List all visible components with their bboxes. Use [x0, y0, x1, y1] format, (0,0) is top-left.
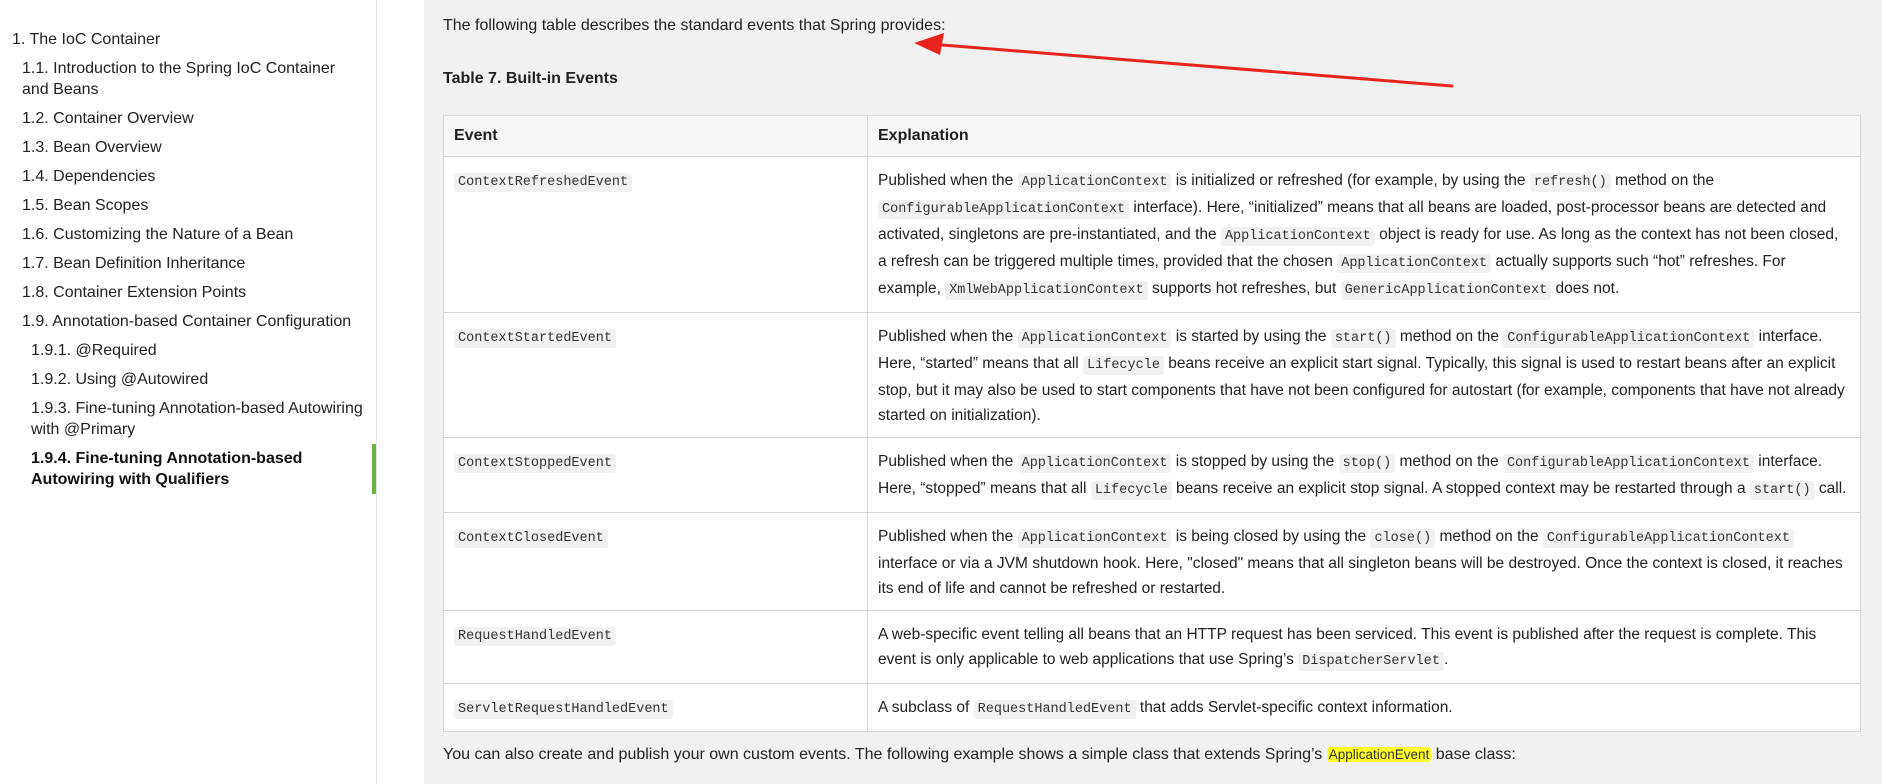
explanation-text: does not. — [1551, 280, 1620, 297]
table-title: Table 7. Built-in Events — [443, 70, 618, 87]
toc-item-bean-definition-inheritance[interactable]: 1.7. Bean Definition Inheritance — [0, 253, 376, 274]
explanation-text: method on the — [1395, 328, 1504, 345]
code-snippet: ConfigurableApplicationContext — [1502, 454, 1754, 473]
code-snippet: Lifecycle — [1090, 481, 1172, 500]
explanation-text: that adds Servlet-specific context infor… — [1135, 699, 1453, 716]
code-snippet: XmlWebApplicationContext — [945, 281, 1148, 300]
explanation-text: Published when the — [878, 328, 1018, 345]
explanation-text: Published when the — [878, 528, 1018, 545]
toc-item-container-extension-points[interactable]: 1.8. Container Extension Points — [0, 282, 376, 303]
table-row: ContextRefreshedEvent Published when the… — [443, 156, 1861, 313]
explanation-text: Published when the — [878, 172, 1018, 189]
outro-text: You can also create and publish your own… — [443, 746, 1516, 764]
toc-item-autowired[interactable]: 1.9.2. Using @Autowired — [0, 369, 376, 390]
event-cell: RequestHandledEvent — [443, 610, 868, 684]
explanation-cell: A subclass of RequestHandledEvent that a… — [867, 683, 1861, 732]
explanation-cell: Published when the ApplicationContext is… — [867, 512, 1861, 611]
event-name: ServletRequestHandledEvent — [454, 700, 673, 719]
code-snippet: ConfigurableApplicationContext — [878, 200, 1130, 219]
explanation-cell: Published when the ApplicationContext is… — [867, 156, 1861, 313]
table-row: ServletRequestHandledEvent A subclass of… — [443, 683, 1861, 732]
code-snippet: ApplicationContext — [1017, 529, 1172, 548]
header-explanation: Explanation — [867, 115, 1861, 157]
intro-text: The following table describes the standa… — [443, 17, 946, 34]
explanation-cell: Published when the ApplicationContext is… — [867, 312, 1861, 438]
event-name: ContextClosedEvent — [454, 529, 608, 548]
code-snippet: start() — [1749, 481, 1815, 500]
explanation-text: . — [1443, 651, 1449, 668]
explanation-text: is started by using the — [1171, 328, 1331, 345]
event-name: ContextStoppedEvent — [454, 454, 616, 473]
toc-item-customizing-bean[interactable]: 1.6. Customizing the Nature of a Bean — [0, 224, 376, 245]
code-snippet: Lifecycle — [1083, 356, 1164, 375]
event-name: ContextStartedEvent — [454, 329, 616, 348]
code-snippet: refresh() — [1529, 173, 1611, 192]
highlighted-class-name: ApplicationEvent — [1326, 747, 1432, 762]
explanation-text: A subclass of — [878, 699, 974, 716]
code-snippet: ApplicationContext — [1017, 454, 1172, 473]
toc-item-ioc-container[interactable]: 1. The IoC Container — [0, 29, 376, 50]
code-snippet: stop() — [1338, 454, 1396, 473]
toc-item-annotation-config[interactable]: 1.9. Annotation-based Container Configur… — [0, 311, 376, 332]
code-snippet: ConfigurableApplicationContext — [1503, 329, 1755, 348]
code-snippet: ConfigurableApplicationContext — [1542, 529, 1794, 548]
toc-item-dependencies[interactable]: 1.4. Dependencies — [0, 166, 376, 187]
table-row: ContextClosedEvent Published when the Ap… — [443, 512, 1861, 611]
toc-item-container-overview[interactable]: 1.2. Container Overview — [0, 108, 376, 129]
code-snippet: close() — [1370, 529, 1436, 548]
explanation-text: is being closed by using the — [1171, 528, 1371, 545]
event-cell: ContextStartedEvent — [443, 312, 868, 438]
code-snippet: start() — [1330, 329, 1396, 348]
event-name: RequestHandledEvent — [454, 627, 616, 646]
explanation-text: supports hot refreshes, but — [1147, 280, 1341, 297]
code-snippet: DispatcherServlet — [1298, 652, 1444, 671]
toc-item-bean-scopes[interactable]: 1.5. Bean Scopes — [0, 195, 376, 216]
code-snippet: ApplicationContext — [1017, 173, 1172, 192]
toc-item-introduction[interactable]: 1.1. Introduction to the Spring IoC Cont… — [0, 58, 376, 100]
toc-sidebar: 1. The IoC Container 1.1. Introduction t… — [0, 0, 377, 784]
explanation-text: is initialized or refreshed (for example… — [1171, 172, 1530, 189]
event-cell: ContextClosedEvent — [443, 512, 868, 611]
event-cell: ServletRequestHandledEvent — [443, 683, 868, 732]
code-snippet: ApplicationContext — [1337, 254, 1492, 273]
explanation-cell: Published when the ApplicationContext is… — [867, 437, 1861, 513]
table-row: RequestHandledEvent A web-specific event… — [443, 610, 1861, 684]
built-in-events-table: Event Explanation ContextRefreshedEvent … — [443, 115, 1861, 732]
explanation-text: method on the — [1610, 172, 1715, 189]
header-event: Event — [443, 115, 868, 157]
event-cell: ContextRefreshedEvent — [443, 156, 868, 313]
toc-item-required[interactable]: 1.9.1. @Required — [0, 340, 376, 361]
explanation-text: is stopped by using the — [1171, 453, 1339, 470]
explanation-text: method on the — [1435, 528, 1543, 545]
table-row: ContextStoppedEvent Published when the A… — [443, 437, 1861, 513]
outro-text-body: You can also create and publish your own… — [443, 746, 1327, 763]
explanation-text: method on the — [1395, 453, 1503, 470]
explanation-text: Published when the — [878, 453, 1018, 470]
explanation-text: interface or via a JVM shutdown hook. He… — [878, 555, 1843, 597]
code-snippet: RequestHandledEvent — [973, 700, 1136, 719]
toc-item-bean-overview[interactable]: 1.3. Bean Overview — [0, 137, 376, 158]
code-snippet: ApplicationContext — [1017, 329, 1172, 348]
table-header-row: Event Explanation — [443, 115, 1861, 157]
explanation-text: beans receive an explicit stop signal. A… — [1171, 480, 1750, 497]
event-cell: ContextStoppedEvent — [443, 437, 868, 513]
main-content: The following table describes the standa… — [424, 0, 1882, 784]
outro-text-suffix: base class: — [1431, 746, 1516, 763]
toc-item-primary[interactable]: 1.9.3. Fine-tuning Annotation-based Auto… — [0, 398, 376, 440]
explanation-text: call. — [1814, 480, 1847, 497]
explanation-cell: A web-specific event telling all beans t… — [867, 610, 1861, 684]
code-snippet: ApplicationContext — [1220, 227, 1375, 246]
event-name: ContextRefreshedEvent — [454, 173, 633, 192]
toc-item-qualifiers-active[interactable]: 1.9.4. Fine-tuning Annotation-based Auto… — [0, 444, 376, 494]
table-row: ContextStartedEvent Published when the A… — [443, 312, 1861, 438]
code-snippet: GenericApplicationContext — [1340, 281, 1552, 300]
